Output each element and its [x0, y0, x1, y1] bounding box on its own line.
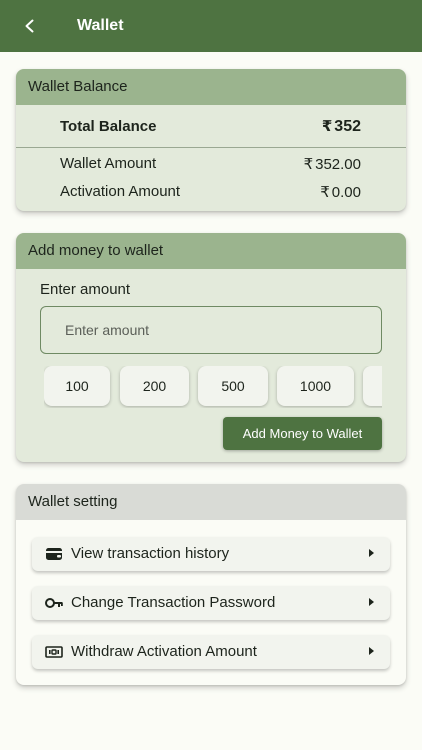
wallet-setting-card: Wallet setting View transaction history …: [16, 484, 406, 685]
view-transaction-history-label: View transaction history: [71, 545, 230, 562]
enter-amount-label: Enter amount: [40, 281, 131, 298]
caret-right-icon: [369, 647, 374, 655]
wallet-amount-label: Wallet Amount: [60, 155, 157, 172]
wallet-amount-row: Wallet Amount ₹352.00: [16, 155, 406, 177]
amount-chip-100[interactable]: 100: [44, 366, 110, 406]
key-icon: [45, 598, 63, 608]
total-balance-row: Total Balance ₹352: [16, 105, 406, 148]
activation-amount-value: ₹0.00: [320, 184, 361, 201]
wallet-icon: [46, 548, 62, 560]
caret-right-icon: [369, 598, 374, 606]
change-transaction-password-label: Change Transaction Password: [71, 594, 276, 611]
wallet-setting-header: Wallet setting: [16, 484, 406, 520]
wallet-balance-card: Wallet Balance Total Balance ₹352 Wallet…: [16, 69, 406, 211]
page-title: Wallet: [77, 17, 124, 34]
back-button[interactable]: [18, 14, 42, 38]
rupee-icon: ₹: [320, 184, 330, 201]
view-transaction-history-item[interactable]: View transaction history: [32, 537, 390, 571]
app-bar: Wallet: [0, 0, 422, 52]
amount-chip-500[interactable]: 500: [198, 366, 268, 406]
wallet-balance-header: Wallet Balance: [16, 69, 406, 105]
add-money-card: Add money to wallet Enter amount 100 200…: [16, 233, 406, 462]
withdraw-activation-amount-label: Withdraw Activation Amount: [71, 643, 257, 660]
amount-chip-more[interactable]: [363, 366, 382, 406]
activation-amount-row: Activation Amount ₹0.00: [16, 183, 406, 205]
add-money-header: Add money to wallet: [16, 233, 406, 269]
rupee-icon: ₹: [303, 156, 314, 173]
activation-amount-label: Activation Amount: [60, 183, 181, 200]
wallet-amount-value: ₹352.00: [303, 156, 361, 173]
cash-icon: [45, 646, 63, 658]
rupee-icon: ₹: [321, 118, 333, 135]
back-arrow-icon: [25, 19, 34, 33]
withdraw-activation-amount-item[interactable]: Withdraw Activation Amount: [32, 635, 390, 669]
total-balance-value: ₹352: [321, 118, 361, 135]
amount-chip-200[interactable]: 200: [120, 366, 189, 406]
add-money-button[interactable]: Add Money to Wallet: [223, 417, 382, 450]
amount-chip-1000[interactable]: 1000: [277, 366, 354, 406]
amount-chips: 100 200 500 1000: [44, 366, 382, 408]
total-balance-label: Total Balance: [60, 118, 157, 135]
amount-input[interactable]: [40, 306, 382, 354]
change-transaction-password-item[interactable]: Change Transaction Password: [32, 586, 390, 620]
caret-right-icon: [369, 549, 374, 557]
